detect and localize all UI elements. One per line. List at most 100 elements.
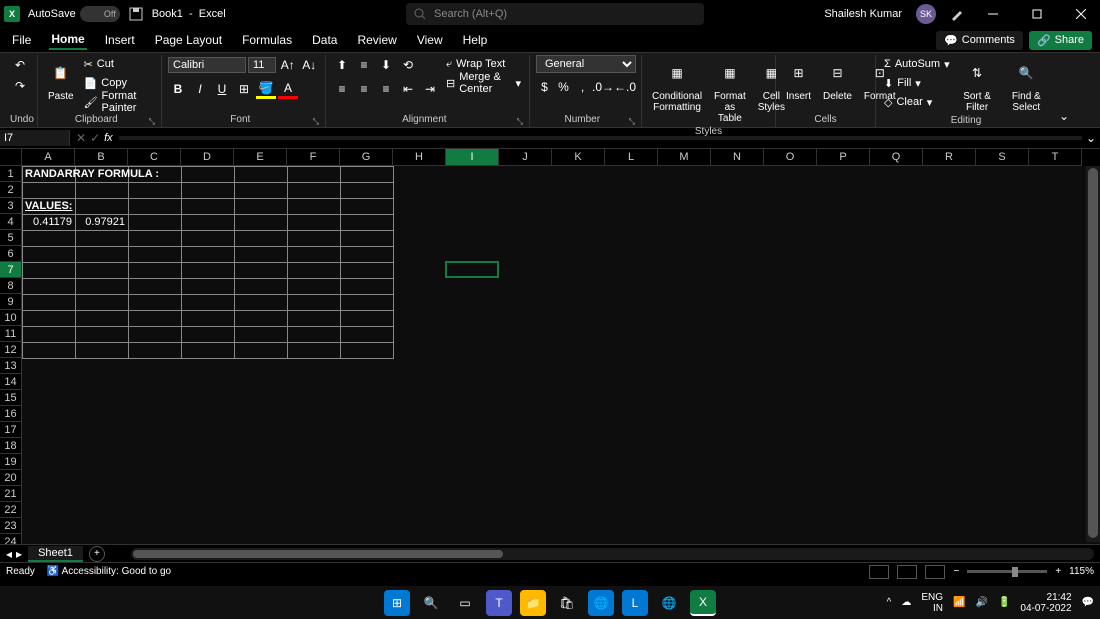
redo-button[interactable]: ↷ [10,76,30,96]
sheet-nav-prev[interactable]: ◂ [6,547,12,561]
cell-border[interactable] [287,278,341,295]
cell-border[interactable] [287,294,341,311]
comma-button[interactable]: , [574,77,591,97]
cell-border[interactable] [75,198,129,215]
cell-border[interactable] [75,310,129,327]
cell-border[interactable] [340,326,394,343]
row-header-12[interactable]: 12 [0,342,22,358]
cell-border[interactable] [22,294,76,311]
cell-border[interactable] [234,230,288,247]
col-header-D[interactable]: D [181,149,234,166]
cell-border[interactable] [234,262,288,279]
align-top-button[interactable]: ⬆ [332,55,352,75]
user-avatar[interactable]: SK [916,4,936,24]
col-header-J[interactable]: J [499,149,552,166]
horizontal-scrollbar[interactable] [131,548,1094,560]
cell-border[interactable] [287,246,341,263]
cell-border[interactable] [181,294,235,311]
decrease-font-button[interactable]: A↓ [300,55,320,75]
row-header-9[interactable]: 9 [0,294,22,310]
cell-border[interactable] [181,278,235,295]
taskbar-store-icon[interactable]: 🛍 [554,590,580,616]
tray-language[interactable]: ENGIN [921,592,943,614]
row-header-18[interactable]: 18 [0,438,22,454]
tab-file[interactable]: File [10,31,33,49]
taskbar-edge-icon[interactable]: 🌐 [588,590,614,616]
view-page-break-button[interactable] [925,565,945,579]
decrease-decimal-button[interactable]: ←.0 [615,77,635,97]
col-header-E[interactable]: E [234,149,287,166]
cell-border[interactable] [75,246,129,263]
tab-view[interactable]: View [415,31,445,49]
row-header-22[interactable]: 22 [0,502,22,518]
cell-border[interactable] [234,198,288,215]
expand-formula-bar-button[interactable]: ⌄ [1082,131,1100,145]
increase-indent-button[interactable]: ⇥ [420,79,440,99]
cell-border[interactable] [128,310,182,327]
align-middle-button[interactable]: ≡ [354,55,374,75]
col-header-C[interactable]: C [128,149,181,166]
cell-border[interactable] [287,342,341,359]
save-icon[interactable] [128,6,144,22]
row-header-7[interactable]: 7 [0,262,22,278]
cell-border[interactable] [128,278,182,295]
merge-center-button[interactable]: ⊟ Merge & Center ▾ [444,74,523,92]
cell-border[interactable] [181,262,235,279]
tray-notifications-icon[interactable]: 💬 [1082,597,1094,608]
row-header-17[interactable]: 17 [0,422,22,438]
cell-border[interactable] [287,198,341,215]
autosave-toggle[interactable]: Off [80,6,120,22]
cell-border[interactable] [234,326,288,343]
taskbar-chrome-icon[interactable]: 🌐 [656,590,682,616]
col-header-I[interactable]: I [446,149,499,166]
taskbar-teams-icon[interactable]: T [486,590,512,616]
align-left-button[interactable]: ≡ [332,79,352,99]
find-select-button[interactable]: 🔍Find & Select [1003,55,1050,115]
tab-page-layout[interactable]: Page Layout [153,31,224,49]
col-header-O[interactable]: O [764,149,817,166]
row-header-2[interactable]: 2 [0,182,22,198]
cell-border[interactable] [340,166,394,183]
col-header-L[interactable]: L [605,149,658,166]
tray-battery-icon[interactable]: 🔋 [998,597,1010,608]
cell-border[interactable] [340,214,394,231]
cell-border[interactable] [181,326,235,343]
cell-border[interactable] [128,214,182,231]
cell-border[interactable] [340,198,394,215]
col-header-Q[interactable]: Q [870,149,923,166]
cell-border[interactable] [340,278,394,295]
taskbar-task-view-icon[interactable]: ▭ [452,590,478,616]
cell-border[interactable] [234,278,288,295]
cell-A4[interactable]: 0.41179 [22,214,75,230]
align-right-button[interactable]: ≡ [376,79,396,99]
cell-A1[interactable]: RANDARRAY FORMULA : [22,166,172,182]
col-header-B[interactable]: B [75,149,128,166]
sheet-nav-next[interactable]: ▸ [16,547,22,561]
row-header-10[interactable]: 10 [0,310,22,326]
tray-clock[interactable]: 21:4204-07-2022 [1020,592,1071,614]
tab-formulas[interactable]: Formulas [240,31,294,49]
increase-font-button[interactable]: A↑ [278,55,298,75]
taskbar-excel-icon[interactable]: X [690,590,716,616]
tab-insert[interactable]: Insert [103,31,137,49]
delete-cells-button[interactable]: ⊟Delete [819,55,856,104]
cell-border[interactable] [340,294,394,311]
sort-filter-button[interactable]: ⇅Sort & Filter [956,55,999,115]
bold-button[interactable]: B [168,79,188,99]
col-header-S[interactable]: S [976,149,1029,166]
cell-border[interactable] [234,310,288,327]
font-name-select[interactable] [168,57,246,73]
zoom-in-button[interactable]: + [1055,566,1061,577]
orientation-button[interactable]: ⟲ [398,55,418,75]
cell-border[interactable] [287,230,341,247]
cell-border[interactable] [287,262,341,279]
cell-border[interactable] [181,246,235,263]
tray-onedrive-icon[interactable]: ☁ [901,597,911,608]
col-header-F[interactable]: F [287,149,340,166]
cell-border[interactable] [234,214,288,231]
clear-button[interactable]: ◇ Clear ▾ [882,93,952,111]
add-sheet-button[interactable]: + [89,546,105,562]
comments-button[interactable]: 💬 Comments [936,31,1023,50]
cell-border[interactable] [22,262,76,279]
cell-border[interactable] [340,342,394,359]
